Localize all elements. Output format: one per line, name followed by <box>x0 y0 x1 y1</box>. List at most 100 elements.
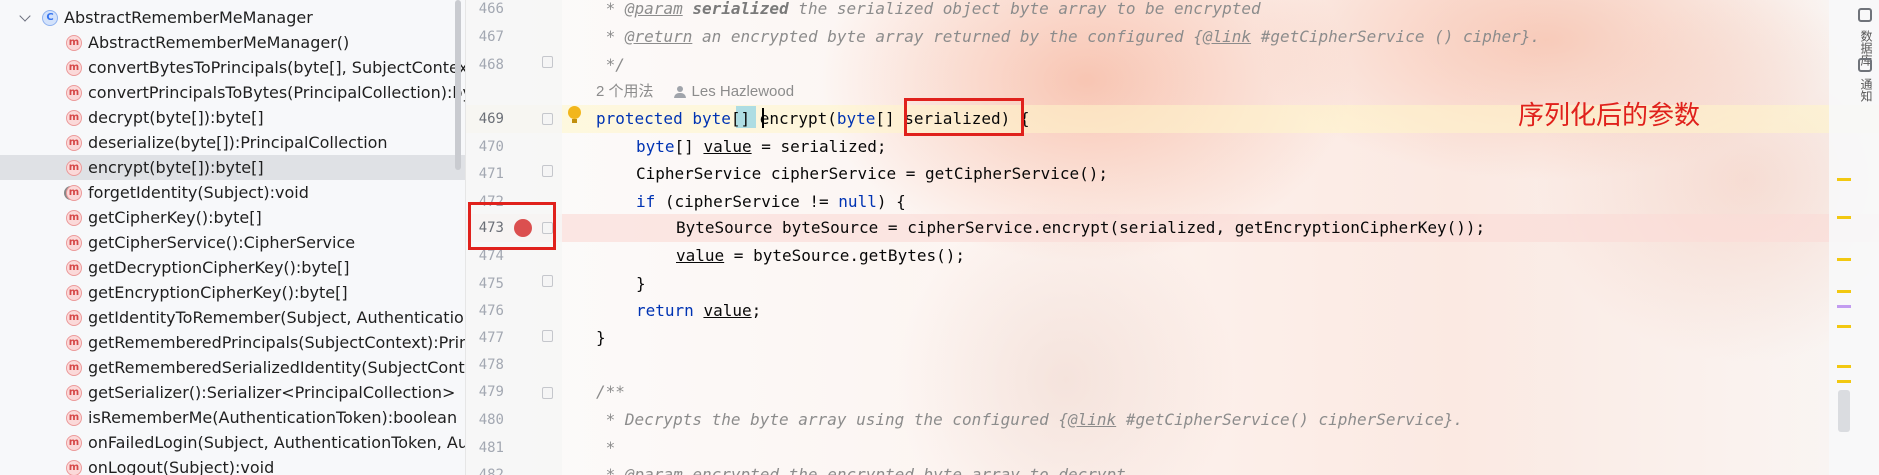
param-highlight-box <box>904 98 1024 136</box>
line-number[interactable]: 468 <box>466 51 504 79</box>
method-node[interactable]: m getIdentityToRemember(Subject, Authenti… <box>0 305 465 330</box>
line-number[interactable]: 482 <box>466 461 504 475</box>
method-signature: getSerializer():Serializer<PrincipalColl… <box>88 383 456 402</box>
line-number[interactable]: 466 <box>466 0 504 23</box>
line-number[interactable]: 475 <box>466 270 504 298</box>
line-number[interactable]: 479 <box>466 378 504 406</box>
method-node[interactable]: m convertBytesToPrincipals(byte[], Subjec… <box>0 55 465 80</box>
method-signature: encrypt(byte[]):byte[] <box>88 158 264 177</box>
method-node[interactable]: m isRememberMe(AuthenticationToken):boole… <box>0 405 465 430</box>
code-editor[interactable]: 466 467 468 469 470 471 472 473 474 475 476 477 478 4… <box>466 0 1879 475</box>
method-icon: m <box>66 359 82 376</box>
code-line-471[interactable]: CipherService cipherService = getCipherS… <box>636 160 1108 188</box>
line-number[interactable]: 478 <box>466 351 504 379</box>
method-signature: onFailedLogin(Subject, AuthenticationTok… <box>88 433 466 452</box>
method-icon: m <box>66 134 82 151</box>
stripe-mark[interactable] <box>1837 258 1851 261</box>
method-signature: getCipherKey():byte[] <box>88 208 262 227</box>
method-icon: m <box>66 384 82 401</box>
code-line-475[interactable]: } <box>636 270 646 298</box>
method-signature: AbstractRememberMeManager() <box>88 33 350 52</box>
stripe-mark[interactable] <box>1837 365 1851 368</box>
code-line-477[interactable]: } <box>596 324 606 352</box>
line-number[interactable]: 481 <box>466 434 504 462</box>
class-name: AbstractRememberMeManager <box>64 8 313 27</box>
method-node[interactable]: m onLogout(Subject):void <box>0 455 465 475</box>
stripe-mark[interactable] <box>1837 305 1851 308</box>
method-node[interactable]: m getDecryptionCipherKey():byte[] <box>0 255 465 280</box>
method-node[interactable]: m deserialize(byte[]):PrincipalCollection <box>0 130 465 155</box>
author-name[interactable]: Les Hazlewood <box>692 80 795 104</box>
method-node[interactable]: m encrypt(byte[]):byte[] <box>0 155 465 180</box>
stripe-mark[interactable] <box>1837 325 1851 328</box>
code-line-470[interactable]: byte[] value = serialized; <box>636 133 886 161</box>
method-node[interactable]: m decrypt(byte[]):byte[] <box>0 105 465 130</box>
method-icon: m <box>66 334 82 351</box>
usages-link[interactable]: 2 个用法 <box>596 80 654 104</box>
notifications-tool-label[interactable]: 通知 <box>1858 78 1875 102</box>
database-icon[interactable] <box>1858 8 1872 22</box>
fold-icon[interactable] <box>542 387 553 399</box>
method-icon: m <box>66 34 82 51</box>
tree-scrollbar[interactable] <box>455 0 461 170</box>
method-node[interactable]: m onFailedLogin(Subject, AuthenticationTo… <box>0 430 466 455</box>
code-line-476[interactable]: return value; <box>636 297 761 325</box>
line-number[interactable]: 480 <box>466 406 504 434</box>
line-number[interactable]: 476 <box>466 297 504 325</box>
code-line-473[interactable]: ByteSource byteSource = cipherService.en… <box>676 214 1485 242</box>
stripe-mark[interactable] <box>1837 380 1851 383</box>
fold-icon[interactable] <box>542 330 553 342</box>
stripe-mark[interactable] <box>1837 216 1851 219</box>
method-signature: getDecryptionCipherKey():byte[] <box>88 258 350 277</box>
tree-class-node[interactable]: C AbstractRememberMeManager <box>0 5 465 30</box>
code-line-481[interactable]: * <box>596 434 616 462</box>
method-icon: m <box>66 159 82 176</box>
method-icon: m <box>66 309 82 326</box>
right-tool-stripe: 数据库 通知 <box>1829 0 1879 475</box>
code-line-466[interactable]: * @param serialized the serialized objec… <box>596 0 1261 23</box>
fold-icon[interactable] <box>542 56 553 68</box>
line-number[interactable]: 470 <box>466 133 504 161</box>
method-icon: m <box>66 284 82 301</box>
method-node[interactable]: m getEncryptionCipherKey():byte[] <box>0 280 465 305</box>
lightbulb-icon[interactable] <box>568 106 581 123</box>
code-line-480[interactable]: * Decrypts the byte array using the conf… <box>596 406 1463 434</box>
method-icon: m <box>66 209 82 226</box>
method-signature: onLogout(Subject):void <box>88 458 275 475</box>
code-line-482[interactable]: * @param encrypted the encrypted byte ar… <box>596 461 1126 475</box>
fold-icon[interactable] <box>542 165 553 177</box>
structure-panel: C AbstractRememberMeManager m AbstractRem… <box>0 0 466 475</box>
editor-scrollbar-thumb[interactable] <box>1838 390 1850 432</box>
method-signature: getEncryptionCipherKey():byte[] <box>88 283 348 302</box>
code-line-479[interactable]: /** <box>596 378 625 406</box>
code-vision-hint[interactable]: 2 个用法 Les Hazlewood <box>596 80 794 104</box>
line-number[interactable]: 467 <box>466 23 504 51</box>
fold-icon[interactable] <box>542 113 553 125</box>
line-number[interactable]: 469 <box>466 105 504 133</box>
stripe-mark[interactable] <box>1837 178 1851 181</box>
code-line-468[interactable]: */ <box>596 51 625 79</box>
breakpoint-highlight-box <box>468 202 556 250</box>
method-icon: m <box>66 434 82 451</box>
method-icon: m <box>66 184 82 201</box>
method-node[interactable]: m AbstractRememberMeManager() <box>0 30 465 55</box>
stripe-mark[interactable] <box>1837 290 1851 293</box>
method-node[interactable]: m getSerializer():Serializer<PrincipalCol… <box>0 380 465 405</box>
notifications-icon[interactable] <box>1858 58 1872 72</box>
method-node[interactable]: m getCipherService():CipherService <box>0 230 465 255</box>
method-node[interactable]: m getRememberedPrincipals(SubjectContext)… <box>0 330 465 355</box>
class-icon: C <box>42 9 58 26</box>
line-number[interactable]: 477 <box>466 324 504 352</box>
method-node[interactable]: m convertPrincipalsToBytes(PrincipalColle… <box>0 80 465 105</box>
method-node[interactable]: m getCipherKey():byte[] <box>0 205 465 230</box>
code-line-467[interactable]: * @return an encrypted byte array return… <box>596 23 1540 51</box>
text-caret <box>762 108 764 128</box>
line-number[interactable]: 471 <box>466 160 504 188</box>
chevron-down-icon[interactable] <box>18 11 32 25</box>
fold-icon[interactable] <box>542 275 553 287</box>
method-node[interactable]: m forgetIdentity(Subject):void <box>0 180 465 205</box>
code-line-474[interactable]: value = byteSource.getBytes(); <box>676 242 965 270</box>
method-node[interactable]: m getRememberedSerializedIdentity(Subject… <box>0 355 465 380</box>
code-line-472[interactable]: if (cipherService != null) { <box>636 188 906 216</box>
method-icon: m <box>66 259 82 276</box>
